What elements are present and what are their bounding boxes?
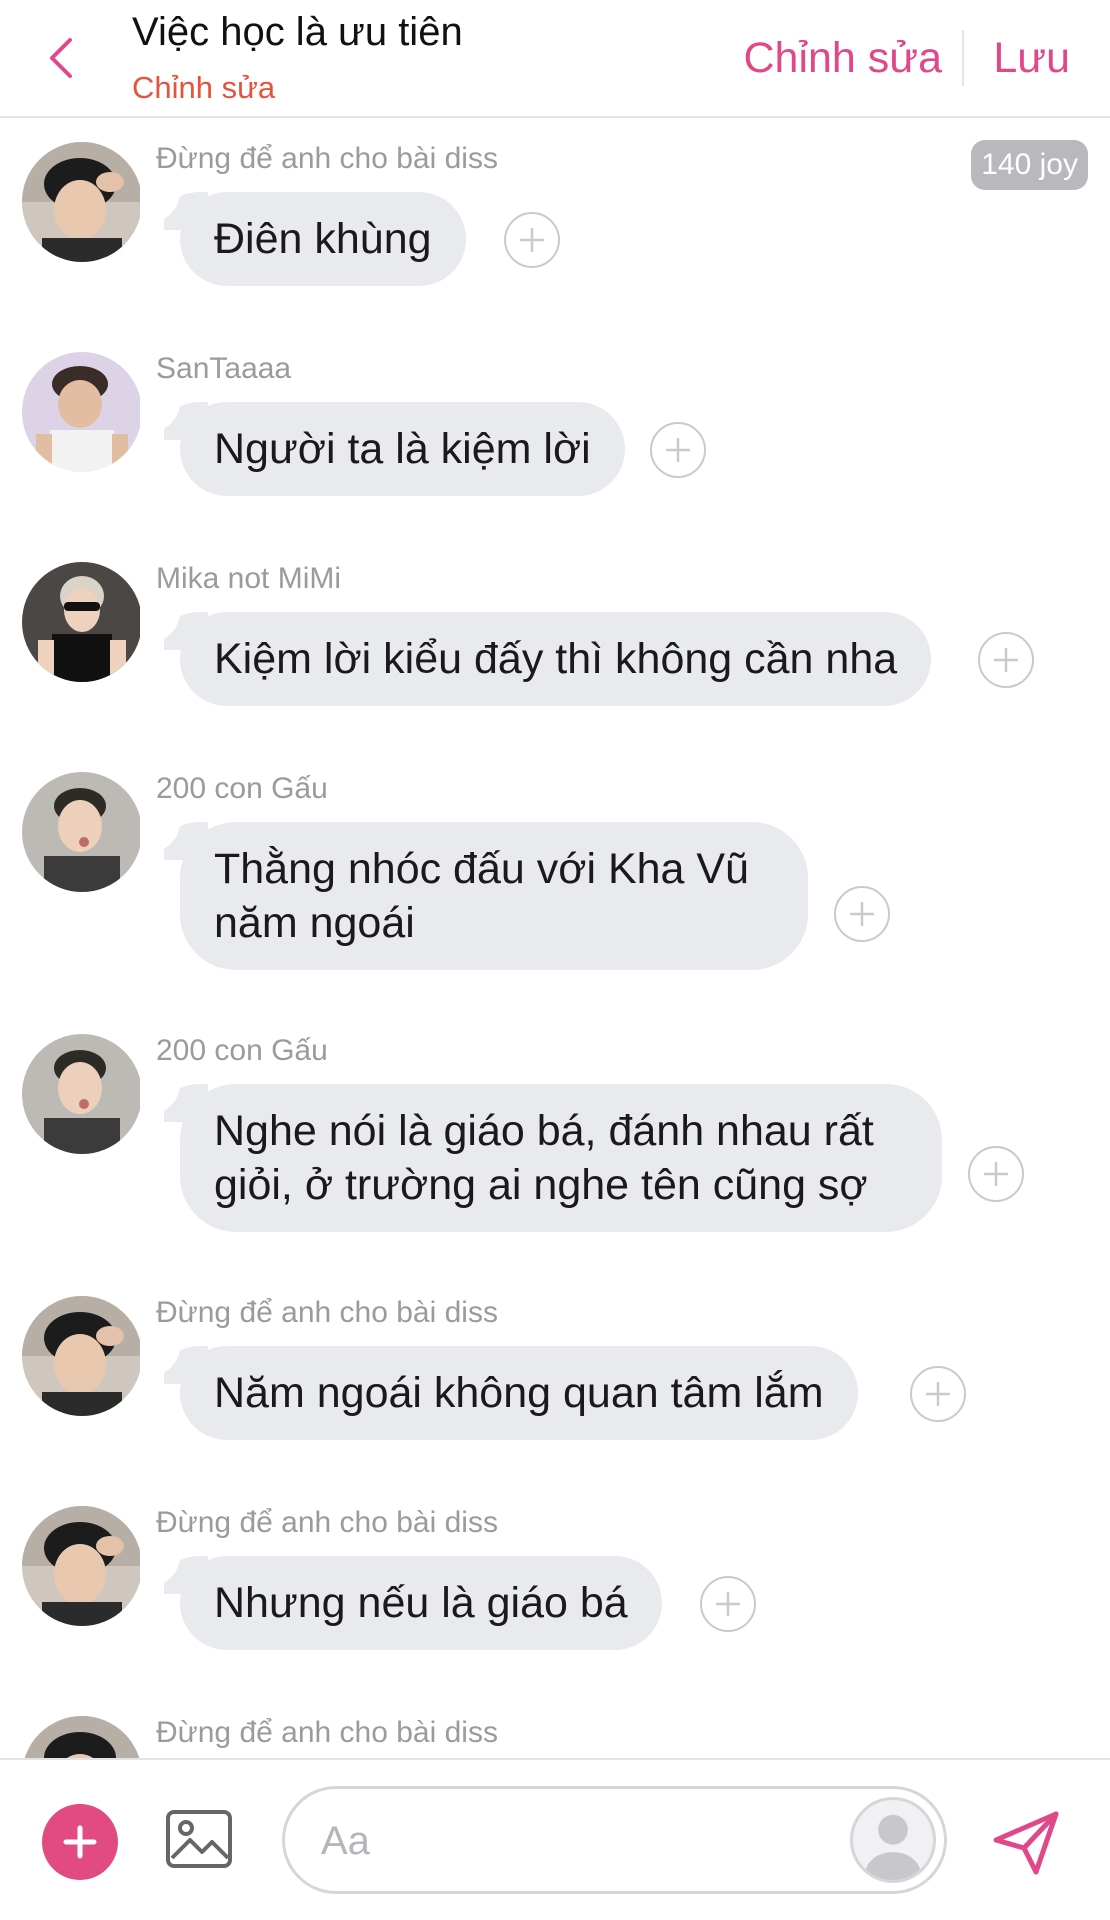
avatar[interactable] (22, 1506, 142, 1626)
chat-header: Việc học là ưu tiên Chỉnh sửa Chỉnh sửa … (0, 0, 1110, 118)
sender-name: Đừng để anh cho bài diss (156, 142, 498, 175)
sender-name: 200 con Gấu (156, 1034, 328, 1067)
message-bubble[interactable]: Nhưng nếu là giáo bá (140, 1546, 662, 1650)
message-bubble[interactable]: Kiệm lời kiểu đấy thì không cần nha (139, 602, 932, 706)
message-bubble[interactable]: Người ta là kiệm lời (140, 392, 625, 496)
avatar[interactable] (22, 1716, 142, 1760)
add-attachment-button[interactable] (42, 1804, 118, 1880)
chat-title: Việc học là ưu tiên (132, 10, 463, 54)
save-button[interactable]: Lưu (993, 34, 1070, 83)
edit-button[interactable]: Chỉnh sửa (744, 34, 943, 83)
chevron-left-icon (50, 38, 72, 78)
composer-bar (0, 1758, 1110, 1920)
sender-name: SanTaaaa (156, 352, 292, 385)
sender-name: Mika not MiMi (156, 562, 342, 595)
add-reaction-button[interactable] (978, 632, 1034, 688)
plus-icon (850, 902, 874, 926)
back-button[interactable] (40, 30, 80, 86)
avatar[interactable] (22, 352, 142, 472)
joy-badge: 140 joy (971, 140, 1088, 190)
message-bubble[interactable]: Thằng nhóc đấu với Kha Vũ năm ngoái (140, 812, 808, 970)
message-bubble[interactable]: Điên khùng (140, 182, 466, 286)
message-bubble[interactable]: Năm ngoái không quan tâm lắm (140, 1336, 858, 1440)
image-icon (166, 1810, 232, 1868)
plus-icon (926, 1382, 950, 1406)
add-reaction-button[interactable] (650, 422, 706, 478)
plus-icon (994, 648, 1018, 672)
sender-name: Đừng để anh cho bài diss (156, 1296, 498, 1329)
message-list[interactable]: 140 joy Đừng để anh cho bài diss Điên kh… (0, 120, 1110, 1760)
header-divider (962, 30, 964, 86)
plus-icon (63, 1825, 97, 1859)
add-reaction-button[interactable] (700, 1576, 756, 1632)
avatar[interactable] (22, 1034, 142, 1154)
sender-name: 200 con Gấu (156, 772, 328, 805)
avatar[interactable] (22, 562, 142, 682)
add-reaction-button[interactable] (834, 886, 890, 942)
user-avatar-icon[interactable] (850, 1797, 936, 1883)
image-button[interactable] (164, 1804, 234, 1874)
message-input[interactable] (321, 1811, 801, 1871)
add-reaction-button[interactable] (504, 212, 560, 268)
avatar[interactable] (22, 1296, 142, 1416)
message-input-wrapper (282, 1786, 947, 1894)
sender-name: Đừng để anh cho bài diss (156, 1506, 498, 1539)
send-icon (993, 1811, 1059, 1875)
add-reaction-button[interactable] (968, 1146, 1024, 1202)
sender-name: Đừng để anh cho bài diss (156, 1716, 498, 1749)
add-reaction-button[interactable] (910, 1366, 966, 1422)
send-button[interactable] (988, 1804, 1064, 1880)
avatar[interactable] (22, 142, 142, 262)
avatar[interactable] (22, 772, 142, 892)
message-bubble[interactable]: Nghe nói là giáo bá, đánh nhau rất giỏi,… (140, 1074, 942, 1232)
plus-icon (984, 1162, 1008, 1186)
plus-icon (520, 228, 544, 252)
chat-subtitle-edit[interactable]: Chỉnh sửa (132, 70, 275, 106)
plus-icon (716, 1592, 740, 1616)
plus-icon (666, 438, 690, 462)
